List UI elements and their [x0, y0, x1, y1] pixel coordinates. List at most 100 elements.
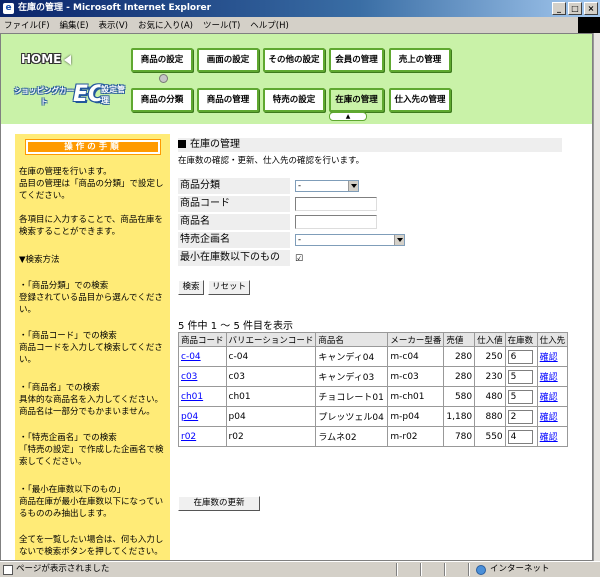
product-name: ラムネ02 — [315, 426, 389, 447]
search-button[interactable]: 検索 — [178, 280, 204, 295]
instruction-code: ・「商品コード」での検索 商品コードを入力して検索してください。 — [19, 331, 163, 365]
stock-input[interactable]: 4 — [507, 429, 533, 444]
nav-member-management[interactable]: 会員の管理 — [329, 48, 384, 72]
supplier-confirm-link[interactable]: 確認 — [540, 373, 558, 383]
menu-bar: ファイル(F) 編集(E) 表示(V) お気に入り(A) ツール(T) ヘルプ(… — [0, 17, 600, 33]
menu-file[interactable]: ファイル(F) — [4, 19, 50, 31]
maker-model: m-c04 — [387, 346, 445, 367]
col-price: 売値 — [443, 332, 476, 347]
active-tab-indicator: ▲ — [329, 112, 367, 121]
vertical-scrollbar[interactable] — [593, 33, 600, 561]
cost: 880 — [474, 406, 506, 427]
menu-view[interactable]: 表示(V) — [99, 19, 128, 31]
col-stock: 在庫数 — [504, 332, 538, 347]
stock-input[interactable]: 6 — [507, 349, 533, 364]
minstock-checkbox[interactable]: ☑ — [295, 254, 303, 264]
variation-code: p04 — [225, 406, 317, 427]
supplier-confirm-link[interactable]: 確認 — [540, 393, 558, 403]
cost: 250 — [474, 346, 506, 367]
update-stock-button[interactable]: 在庫数の更新 — [178, 496, 260, 511]
page-icon — [3, 565, 13, 575]
inventory-table: 商品コード バリエーションコード 商品名 メーカー型番 売値 仕入値 在庫数 仕… — [178, 332, 569, 447]
table-header-row: 商品コード バリエーションコード 商品名 メーカー型番 売値 仕入値 在庫数 仕… — [178, 332, 569, 347]
status-separator — [420, 563, 422, 576]
price: 280 — [443, 346, 476, 367]
product-code-link[interactable]: c-04 — [181, 352, 201, 362]
menu-tools[interactable]: ツール(T) — [203, 19, 240, 31]
result-count: 5 件中 1 ～ 5 件目を表示 — [178, 321, 293, 332]
supplier-confirm-link[interactable]: 確認 — [540, 433, 558, 443]
security-zone: インターネット — [490, 564, 550, 574]
col-variation-code: バリエーションコード — [225, 332, 317, 347]
cost: 230 — [474, 366, 506, 387]
stock-input[interactable]: 5 — [507, 389, 533, 404]
table-row: r02 r02 ラムネ02 m-r02 780 550 4 確認 — [178, 426, 569, 447]
name-input[interactable] — [295, 215, 377, 229]
price: 780 — [443, 426, 476, 447]
nav-sales-management[interactable]: 売上の管理 — [389, 48, 451, 72]
nav-sale-settings[interactable]: 特売の設定 — [263, 88, 325, 112]
campaign-select[interactable]: - — [295, 234, 405, 246]
price: 1,180 — [443, 406, 476, 427]
nav-screen-settings[interactable]: 画面の設定 — [197, 48, 259, 72]
supplier-confirm-link[interactable]: 確認 — [540, 413, 558, 423]
stock-input[interactable]: 5 — [507, 369, 533, 384]
cost: 550 — [474, 426, 506, 447]
table-row: p04 p04 プレッツェル04 m-p04 1,180 880 2 確認 — [178, 406, 569, 427]
shopping-cart-ec-logo: ショッピングカート EC 設定管理 — [14, 82, 125, 107]
variation-code: r02 — [225, 426, 317, 447]
col-supplier: 仕入先 — [536, 332, 569, 347]
menu-edit[interactable]: 編集(E) — [60, 19, 89, 31]
price: 580 — [443, 386, 476, 407]
close-button[interactable]: × — [584, 2, 598, 15]
product-code-link[interactable]: p04 — [181, 412, 198, 422]
page-title: 在庫の管理 — [178, 138, 562, 152]
product-name: プレッツェル04 — [315, 406, 389, 427]
nav-product-settings[interactable]: 商品の設定 — [131, 48, 193, 72]
maximize-button[interactable]: □ — [568, 2, 582, 15]
home-link[interactable]: HOME — [21, 52, 72, 66]
col-maker-model: メーカー型番 — [387, 332, 445, 347]
instruction-search-method: ▼検索方法 — [19, 255, 60, 265]
form-row-campaign: 特売企画名 - — [178, 232, 408, 248]
ie-icon: e — [3, 3, 14, 14]
chevron-down-icon — [348, 181, 358, 191]
col-product-name: 商品名 — [315, 332, 389, 347]
menu-favorites[interactable]: お気に入り(A) — [138, 19, 193, 31]
page-subtitle: 在庫数の確認・更新、仕入先の確認を行います。 — [178, 156, 365, 166]
internet-zone-icon — [476, 565, 486, 575]
header-divider — [1, 124, 592, 127]
cost: 480 — [474, 386, 506, 407]
instruction-campaign: ・「特売企画名」での検索 「特売の設定」で作成した企画名で検索してください。 — [19, 433, 164, 467]
maker-model: m-p04 — [387, 406, 445, 427]
form-row-code: 商品コード — [178, 196, 408, 212]
variation-code: ch01 — [225, 386, 317, 407]
nav-inventory-management[interactable]: 在庫の管理 — [329, 88, 384, 112]
product-code-link[interactable]: c03 — [181, 372, 197, 382]
minimize-button[interactable]: _ — [552, 2, 566, 15]
code-input[interactable] — [295, 197, 377, 211]
product-code-link[interactable]: r02 — [181, 432, 196, 442]
maker-model: m-r02 — [387, 426, 445, 447]
stock-input[interactable]: 2 — [507, 409, 533, 424]
form-row-minstock: 最小在庫数以下のもの ☑ — [178, 250, 408, 266]
status-separator — [444, 563, 446, 576]
code-label: 商品コード — [178, 196, 290, 212]
indicator-dot — [159, 74, 168, 83]
category-label: 商品分類 — [178, 178, 290, 194]
nav-product-category[interactable]: 商品の分類 — [131, 88, 193, 112]
price: 280 — [443, 366, 476, 387]
chevron-down-icon — [394, 235, 404, 245]
square-bullet-icon — [178, 140, 186, 148]
nav-other-settings[interactable]: その他の設定 — [263, 48, 325, 72]
supplier-confirm-link[interactable]: 確認 — [540, 353, 558, 363]
product-code-link[interactable]: ch01 — [181, 392, 203, 402]
nav-supplier-management[interactable]: 仕入先の管理 — [389, 88, 451, 112]
reset-button[interactable]: リセット — [208, 280, 250, 295]
instruction-minstock: ・「最小在庫数以下のもの」 商品在庫が最小在庫数以下になっているもののみ抽出しま… — [19, 485, 164, 519]
product-name: キャンディ03 — [315, 366, 389, 387]
nav-product-management[interactable]: 商品の管理 — [197, 88, 259, 112]
menu-help[interactable]: ヘルプ(H) — [250, 19, 289, 31]
name-label: 商品名 — [178, 214, 290, 230]
category-select[interactable]: - — [295, 180, 359, 192]
